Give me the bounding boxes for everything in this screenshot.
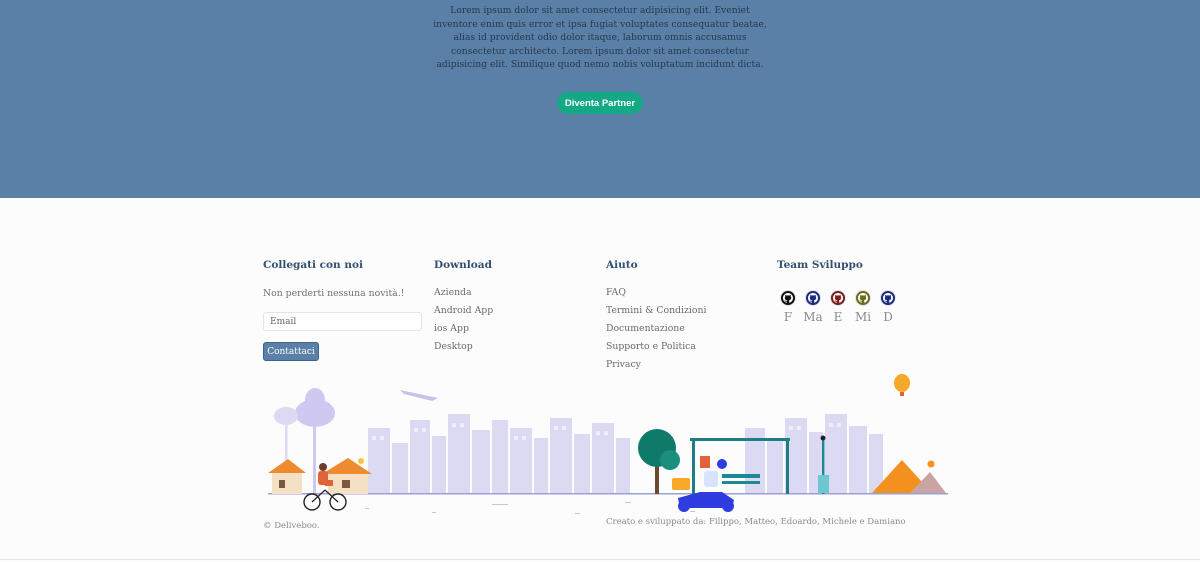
team-member-initials: Mi	[854, 310, 872, 324]
download-link-azienda[interactable]: Azienda	[434, 287, 472, 298]
download-link-ios[interactable]: ios App	[434, 323, 469, 334]
team-member-initials: Ma	[803, 310, 823, 324]
team-member-initials: F	[783, 310, 793, 324]
team-member-initials: D	[883, 310, 893, 324]
download-link-android[interactable]: Android App	[434, 305, 493, 316]
email-field[interactable]	[263, 312, 422, 331]
contact-button[interactable]: Contattaci	[263, 342, 319, 361]
footer: Collegati con noi Non perderti nessuna n…	[0, 198, 1200, 562]
team-member-mi[interactable]: Mi	[853, 290, 873, 324]
github-icon[interactable]	[780, 290, 796, 306]
balloon-icon	[894, 374, 910, 396]
credits: Creato e sviluppato da: Filippo, Matteo,…	[606, 517, 906, 527]
team-member-e[interactable]: E	[828, 290, 848, 324]
copyright: © Deliveboo.	[263, 521, 320, 531]
github-icon[interactable]	[855, 290, 871, 306]
team-member-ma[interactable]: Ma	[803, 290, 823, 324]
partner-section: Lorem ipsum dolor sit amet consectetur a…	[0, 0, 1200, 198]
team-member-d[interactable]: D	[878, 290, 898, 324]
partner-description: Lorem ipsum dolor sit amet consectetur a…	[433, 5, 767, 71]
github-icon[interactable]	[830, 290, 846, 306]
road-dashes	[365, 502, 695, 514]
help-link-support[interactable]: Supporto e Politica	[606, 341, 696, 352]
skyline	[368, 414, 883, 493]
divider	[0, 559, 1200, 560]
pyramids	[872, 460, 946, 493]
connect-title: Collegati con noi	[263, 259, 363, 271]
team-title: Team Sviluppo	[777, 259, 863, 271]
download-link-desktop[interactable]: Desktop	[434, 341, 473, 352]
newsletter-subtitle: Non perderti nessuna novità.!	[263, 288, 405, 299]
airplane-icon	[400, 390, 438, 401]
become-partner-button[interactable]: Diventa Partner	[557, 92, 643, 114]
help-link-faq[interactable]: FAQ	[606, 287, 626, 298]
github-icon[interactable]	[805, 290, 821, 306]
help-link-terms[interactable]: Termini & Condizioni	[606, 305, 706, 316]
help-link-docs[interactable]: Documentazione	[606, 323, 685, 334]
github-icon[interactable]	[880, 290, 896, 306]
team-member-initials: E	[833, 310, 843, 324]
help-title: Aiuto	[606, 259, 638, 271]
team-member-f[interactable]: F	[778, 290, 798, 324]
ground-line	[268, 493, 948, 495]
download-title: Download	[434, 259, 492, 271]
city-illustration	[268, 374, 948, 514]
